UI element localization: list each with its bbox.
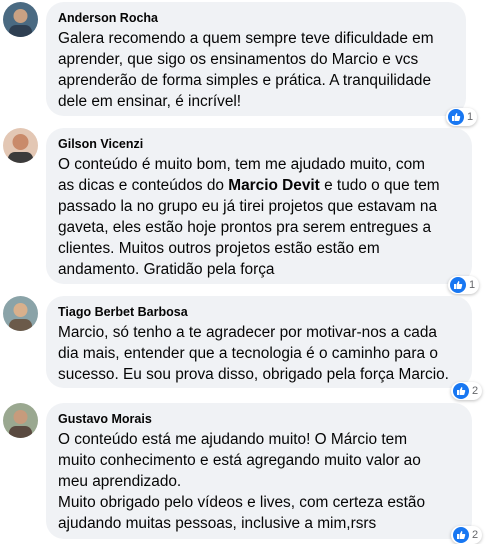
comment-text: O conteúdo está me ajudando muito! O Már… <box>58 431 426 532</box>
comment-author[interactable]: Gustavo Morais <box>58 411 460 427</box>
mentioned-user[interactable]: Marcio Devit <box>228 177 320 194</box>
comment-bubble: Tiago Berbet Barbosa Marcio, só tenho a … <box>46 296 472 388</box>
comment-bubble: Gustavo Morais O conteúdo está me ajudan… <box>46 403 472 539</box>
reaction-badge[interactable]: 1 <box>448 276 480 294</box>
comment-bubble: Anderson Rocha Galera recomendo a quem s… <box>46 2 466 116</box>
thumbs-up-icon <box>453 527 469 543</box>
comment-author[interactable]: Tiago Berbet Barbosa <box>58 304 460 320</box>
thumbs-up-icon <box>453 383 469 399</box>
comment-bubble: Gilson Vicenzi O conteúdo é muito bom, t… <box>46 128 472 284</box>
reaction-count: 2 <box>472 529 479 541</box>
comment-text: Galera recomendo a quem sempre teve difi… <box>58 30 434 110</box>
reaction-badge[interactable]: 1 <box>446 108 478 126</box>
thumbs-up-icon <box>450 277 466 293</box>
thumbs-up-icon <box>448 109 464 125</box>
comment-text: O conteúdo é muito bom, tem me ajudado m… <box>58 154 460 280</box>
reaction-count: 1 <box>469 279 476 291</box>
reaction-badge[interactable]: 2 <box>451 526 483 544</box>
avatar[interactable] <box>3 296 38 331</box>
comment-text: Marcio, só tenho a te agradecer por moti… <box>58 324 449 383</box>
comment-author[interactable]: Anderson Rocha <box>58 10 454 26</box>
reaction-count: 2 <box>472 385 479 397</box>
reaction-count: 1 <box>467 111 474 123</box>
avatar[interactable] <box>3 2 38 37</box>
avatar[interactable] <box>3 403 38 438</box>
avatar[interactable] <box>3 128 38 163</box>
reaction-badge[interactable]: 2 <box>451 382 483 400</box>
comment-author[interactable]: Gilson Vicenzi <box>58 136 460 152</box>
